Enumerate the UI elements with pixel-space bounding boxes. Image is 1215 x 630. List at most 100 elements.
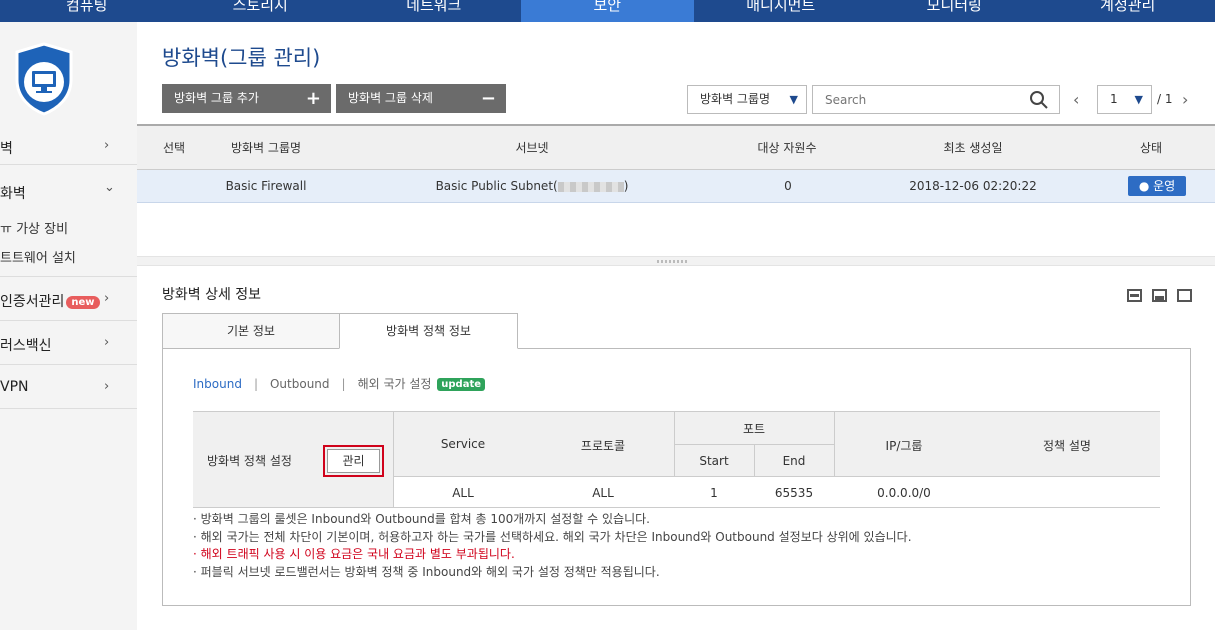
- subtab-inbound[interactable]: Inbound: [193, 377, 242, 391]
- view-minimize-icon[interactable]: [1127, 289, 1142, 302]
- redacted-ip: [557, 181, 624, 192]
- column-divider: [834, 412, 835, 477]
- sidebar-subitem-software-install[interactable]: 트트웨어 설치: [0, 247, 76, 266]
- nav-security[interactable]: 보안: [520, 0, 694, 22]
- row-status-cell: ● 운영: [1107, 170, 1207, 203]
- nav-compute[interactable]: 컴퓨팅: [0, 0, 174, 22]
- policy-setting-label: 방화벽 정책 설정: [207, 454, 292, 468]
- sidebar-divider: [0, 320, 137, 321]
- header-service: Service: [440, 437, 486, 451]
- minus-icon: −: [480, 88, 496, 109]
- delete-group-button[interactable]: 방화벽 그룹 삭제 −: [336, 84, 506, 113]
- sidebar-item-label: 화벽: [0, 186, 26, 202]
- manage-button[interactable]: 관리: [327, 449, 380, 473]
- cell-ip: 0.0.0.0/0: [877, 486, 931, 500]
- chevron-right-icon: ›: [104, 379, 110, 394]
- policy-notes: · 방화벽 그룹의 룰셋은 Inbound와 Outbound를 합쳐 총 10…: [193, 511, 912, 581]
- search-input[interactable]: [813, 86, 1013, 113]
- row-created: 2018-12-06 02:20:22: [909, 179, 1037, 193]
- page-title: 방화벽(그룹 관리): [162, 46, 321, 70]
- cell-port-end: 65535: [774, 486, 814, 500]
- table-header: 선택 방화벽 그룹명 서브넷 대상 자원수 최초 생성일 상태: [137, 126, 1215, 170]
- detail-title: 방화벽 상세 정보: [162, 287, 262, 303]
- sidebar-item-label: VPN: [0, 379, 29, 395]
- row-subnet-prefix: Basic Public Subnet(: [435, 179, 558, 193]
- sidebar-item-label: 인증서관리 new: [0, 291, 100, 311]
- caret-down-icon: ▼: [789, 93, 798, 106]
- next-page-icon[interactable]: ›: [1182, 90, 1188, 109]
- sidebar: 벽 › 화벽 ⌄ ㅠ 가상 장비 트트웨어 설치 인증서관리 new › 러스백신…: [0, 22, 137, 630]
- delete-group-label: 방화벽 그룹 삭제: [348, 91, 433, 105]
- header-description: 정책 설명: [1043, 439, 1091, 453]
- sidebar-divider: [0, 364, 137, 365]
- update-badge: update: [437, 378, 486, 391]
- cell-port-start: 1: [710, 486, 718, 500]
- search-filter-select[interactable]: 방화벽 그룹명 ▼: [687, 85, 807, 114]
- header-group-name: 방화벽 그룹명: [230, 141, 302, 155]
- policy-subtabs: Inbound | Outbound | 해외 국가 설정 update: [193, 375, 486, 392]
- note-item-warning: · 해외 트래픽 사용 시 이용 요금은 국내 요금과 별도 부과됩니다.: [193, 547, 515, 561]
- sidebar-divider: [0, 408, 137, 409]
- nav-management[interactable]: 매니지먼트: [694, 0, 868, 22]
- table-row[interactable]: Basic Firewall Basic Public Subnet() 0 2…: [137, 170, 1215, 203]
- page-select[interactable]: 1 ▼: [1097, 85, 1152, 114]
- note-item: · 해외 국가는 전체 차단이 기본이며, 허용하고자 하는 국가를 선택하세요…: [193, 529, 912, 544]
- status-badge: ● 운영: [1128, 176, 1186, 196]
- prev-page-icon[interactable]: ‹: [1073, 90, 1079, 109]
- new-badge: new: [66, 296, 100, 309]
- header-resources: 대상 자원수: [757, 141, 817, 155]
- search-filter-value: 방화벽 그룹명: [700, 92, 771, 106]
- nav-account[interactable]: 계정관리: [1041, 0, 1215, 22]
- header-subnet: 서브넷: [515, 141, 549, 155]
- header-ip-group: IP/그룹: [885, 439, 923, 453]
- header-protocol: 프로토콜: [580, 439, 626, 453]
- sidebar-item-text: 인증서관리: [0, 294, 65, 310]
- policy-setting-cell: 방화벽 정책 설정 관리: [193, 412, 394, 507]
- grip-icon: [657, 260, 689, 263]
- row-subnet: Basic Public Subnet(): [425, 170, 639, 203]
- chevron-down-icon: ⌄: [104, 180, 115, 195]
- policy-table: 방화벽 정책 설정 관리 Service 프로토콜 포트 Start End I…: [193, 411, 1160, 508]
- header-port-start: Start: [699, 454, 729, 468]
- add-group-button[interactable]: 방화벽 그룹 추가 +: [162, 84, 331, 113]
- note-item: · 퍼블릭 서브넷 로드밸런서는 방화벽 정책 중 Inbound와 해외 국가…: [193, 564, 660, 579]
- sidebar-item-label: 러스백신: [0, 338, 52, 354]
- header-created: 최초 생성일: [943, 141, 1003, 155]
- header-port: 포트: [742, 422, 766, 436]
- nav-network[interactable]: 네트워크: [347, 0, 521, 22]
- chevron-right-icon: ›: [104, 291, 110, 306]
- view-split-icon[interactable]: [1152, 289, 1167, 302]
- tab-basic-info[interactable]: 기본 정보: [162, 313, 340, 349]
- panel-resize-handle[interactable]: [137, 256, 1215, 266]
- nav-storage[interactable]: 스토리지: [174, 0, 348, 22]
- security-shield-icon: [15, 42, 73, 116]
- subtab-separator: |: [253, 377, 258, 391]
- view-maximize-icon[interactable]: [1177, 289, 1192, 302]
- page-current: 1: [1110, 92, 1118, 106]
- sidebar-item-label: 벽: [0, 141, 13, 157]
- caret-down-icon: ▼: [1134, 93, 1143, 106]
- page-total: / 1: [1157, 92, 1173, 106]
- row-subnet-suffix: ): [623, 179, 629, 193]
- sidebar-subitem-virtual-appliance[interactable]: ㅠ 가상 장비: [0, 218, 68, 237]
- top-nav: 컴퓨팅 스토리지 네트워크 보안 매니지먼트 모니터링 계정관리: [0, 0, 1215, 22]
- cell-protocol: ALL: [592, 486, 614, 500]
- plus-icon: +: [305, 88, 321, 109]
- search-icon[interactable]: [1029, 90, 1049, 110]
- row-resources: 0: [784, 179, 792, 193]
- nav-monitoring[interactable]: 모니터링: [868, 0, 1042, 22]
- row-group-name: Basic Firewall: [225, 179, 307, 193]
- chevron-right-icon: ›: [104, 138, 110, 153]
- header-port-end: End: [782, 454, 806, 468]
- chevron-right-icon: ›: [104, 335, 110, 350]
- firewall-group-table: 선택 방화벽 그룹명 서브넷 대상 자원수 최초 생성일 상태 Basic Fi…: [137, 124, 1215, 203]
- sidebar-divider: [0, 276, 137, 277]
- subtab-outbound[interactable]: Outbound: [270, 377, 330, 391]
- note-item: · 방화벽 그룹의 룰셋은 Inbound와 Outbound를 합쳐 총 10…: [193, 512, 650, 526]
- tab-policy-info[interactable]: 방화벽 정책 정보: [339, 313, 518, 349]
- cell-service: ALL: [452, 486, 474, 500]
- add-group-label: 방화벽 그룹 추가: [174, 91, 259, 105]
- search-box: [812, 85, 1060, 114]
- sidebar-divider: [0, 164, 137, 165]
- subtab-overseas[interactable]: 해외 국가 설정: [358, 377, 432, 391]
